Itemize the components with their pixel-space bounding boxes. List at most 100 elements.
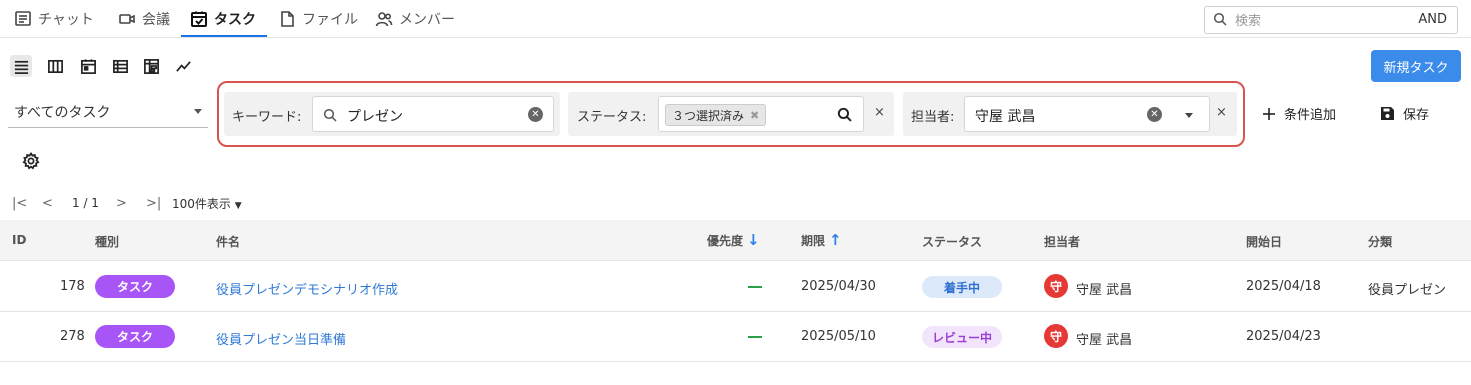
table-row[interactable]: 278 タスク 役員プレゼン当日準備 2025/05/10 レビュー中 守 守屋… [0, 312, 1471, 362]
members-icon [375, 12, 393, 27]
clear-keyword-icon[interactable]: ✕ [528, 107, 543, 122]
row-assignee: 守屋 武昌 [1076, 333, 1133, 348]
avatar: 守 [1044, 324, 1068, 348]
per-page-label: 100件表示 [172, 196, 231, 211]
video-icon [119, 14, 135, 24]
status-field[interactable]: ３つ選択済み ✖ [658, 96, 864, 132]
status-selected-chip: ３つ選択済み ✖ [665, 104, 767, 126]
calendar-view-icon [80, 58, 96, 74]
avatar: 守 [1044, 274, 1068, 298]
clear-assignee-icon[interactable]: ✕ [1147, 107, 1162, 122]
gantt-view-button[interactable] [140, 55, 162, 77]
search-box[interactable]: AND [1204, 6, 1458, 34]
board-view-button[interactable] [44, 55, 66, 77]
status-filter: ステータス: ３つ選択済み ✖ × [568, 92, 894, 136]
tab-task-label: タスク [214, 12, 256, 28]
keyword-filter: キーワード: プレゼン ✕ [224, 92, 560, 136]
row-id: 278 [60, 329, 85, 344]
chevron-down-icon [194, 109, 202, 114]
next-page-icon[interactable]: > [116, 196, 146, 211]
status-badge: 着手中 [922, 276, 1002, 298]
tab-task[interactable]: タスク [190, 8, 256, 30]
tab-chat[interactable]: チャット [14, 8, 94, 30]
col-start[interactable]: 開始日 [1246, 233, 1282, 250]
keyword-filter-label: キーワード: [232, 110, 302, 125]
assignee-filter-label: 担当者: [911, 110, 955, 125]
calendar-view-button[interactable] [77, 55, 99, 77]
col-id[interactable]: ID [12, 233, 26, 247]
col-status[interactable]: ステータス [922, 233, 982, 250]
task-scope-select[interactable]: すべてのタスク [8, 96, 208, 128]
table-view-icon [112, 59, 128, 73]
add-condition-label: 条件追加 [1284, 108, 1337, 123]
chart-view-icon [175, 60, 191, 72]
per-page-select[interactable]: 100件表示 ▼ [172, 195, 242, 212]
save-icon [1381, 107, 1394, 120]
tab-chat-label: チャット [38, 12, 94, 28]
sort-desc-icon: ↓ [747, 231, 760, 249]
status-badge: レビュー中 [922, 326, 1002, 348]
new-task-button[interactable]: 新規タスク [1371, 50, 1461, 82]
search-icon[interactable] [837, 107, 852, 122]
board-view-icon [47, 59, 63, 73]
table-view-button[interactable] [109, 55, 131, 77]
page-indicator: 1 / 1 [72, 196, 99, 210]
type-badge: タスク [95, 275, 175, 298]
chip-remove-icon[interactable]: ✖ [750, 109, 759, 122]
prev-page-icon[interactable]: < [42, 196, 72, 211]
remove-status-filter-icon[interactable]: × [874, 105, 885, 120]
file-icon [281, 11, 294, 27]
row-assignee: 守屋 武昌 [1076, 283, 1133, 298]
task-title-link[interactable]: 役員プレゼン当日準備 [216, 329, 346, 348]
save-filter-button[interactable]: 保存 [1380, 104, 1429, 123]
col-type[interactable]: 種別 [95, 233, 119, 250]
tab-member[interactable]: メンバー [375, 8, 455, 30]
task-calendar-icon [191, 11, 207, 27]
search-mode-toggle[interactable]: AND [1418, 12, 1447, 27]
tab-file-label: ファイル [302, 12, 358, 28]
keyword-input-value[interactable]: プレゼン [347, 106, 403, 126]
assignee-filter: 担当者: 守屋 武昌 ✕ × [903, 92, 1237, 136]
row-id: 178 [60, 279, 85, 294]
chat-icon [15, 11, 31, 26]
tab-member-label: メンバー [399, 12, 455, 28]
tab-meeting-label: 会議 [142, 12, 170, 28]
table-header: ID 種別 件名 優先度 ↓ 期限 ↑ ステータス 担当者 開始日 分類 [0, 220, 1471, 261]
plus-icon [1263, 107, 1275, 120]
search-icon [1213, 12, 1227, 26]
chart-view-button[interactable] [172, 55, 194, 77]
pagination: |< < 1 / 1 > >| 100件表示 ▼ [12, 193, 242, 213]
gantt-view-icon [143, 58, 159, 74]
col-assignee[interactable]: 担当者 [1044, 233, 1080, 250]
status-filter-label: ステータス: [577, 110, 647, 125]
task-title-link[interactable]: 役員プレゼンデモシナリオ作成 [216, 279, 398, 298]
table-row[interactable]: 178 タスク 役員プレゼンデモシナリオ作成 2025/04/30 着手中 守 … [0, 262, 1471, 312]
col-due[interactable]: 期限 ↑ [801, 231, 842, 249]
col-due-label: 期限 [801, 233, 826, 248]
search-icon [323, 108, 337, 122]
row-start: 2025/04/18 [1246, 279, 1321, 294]
assignee-field[interactable]: 守屋 武昌 ✕ [964, 96, 1210, 132]
gear-icon[interactable] [22, 152, 40, 170]
add-condition-button[interactable]: 条件追加 [1262, 104, 1336, 123]
tab-meeting[interactable]: 会議 [118, 8, 170, 30]
row-start: 2025/04/23 [1246, 329, 1321, 344]
first-page-icon[interactable]: |< [12, 196, 42, 211]
save-label: 保存 [1403, 108, 1430, 123]
keyword-field[interactable]: プレゼン ✕ [312, 96, 554, 132]
tab-file[interactable]: ファイル [278, 8, 358, 30]
chevron-down-icon[interactable] [1185, 113, 1193, 118]
row-due: 2025/05/10 [801, 329, 876, 344]
sort-asc-icon: ↑ [829, 231, 842, 249]
col-priority-label: 優先度 [707, 233, 744, 248]
col-title[interactable]: 件名 [216, 233, 240, 250]
assignee-value: 守屋 武昌 [975, 109, 1036, 125]
remove-assignee-filter-icon[interactable]: × [1216, 105, 1227, 120]
col-category[interactable]: 分類 [1368, 233, 1392, 250]
last-page-icon[interactable]: >| [146, 196, 172, 211]
list-view-button[interactable] [10, 55, 32, 77]
type-badge: タスク [95, 325, 175, 348]
search-input[interactable] [1233, 10, 1383, 30]
list-view-icon [14, 60, 28, 74]
col-priority[interactable]: 優先度 ↓ [707, 231, 760, 249]
